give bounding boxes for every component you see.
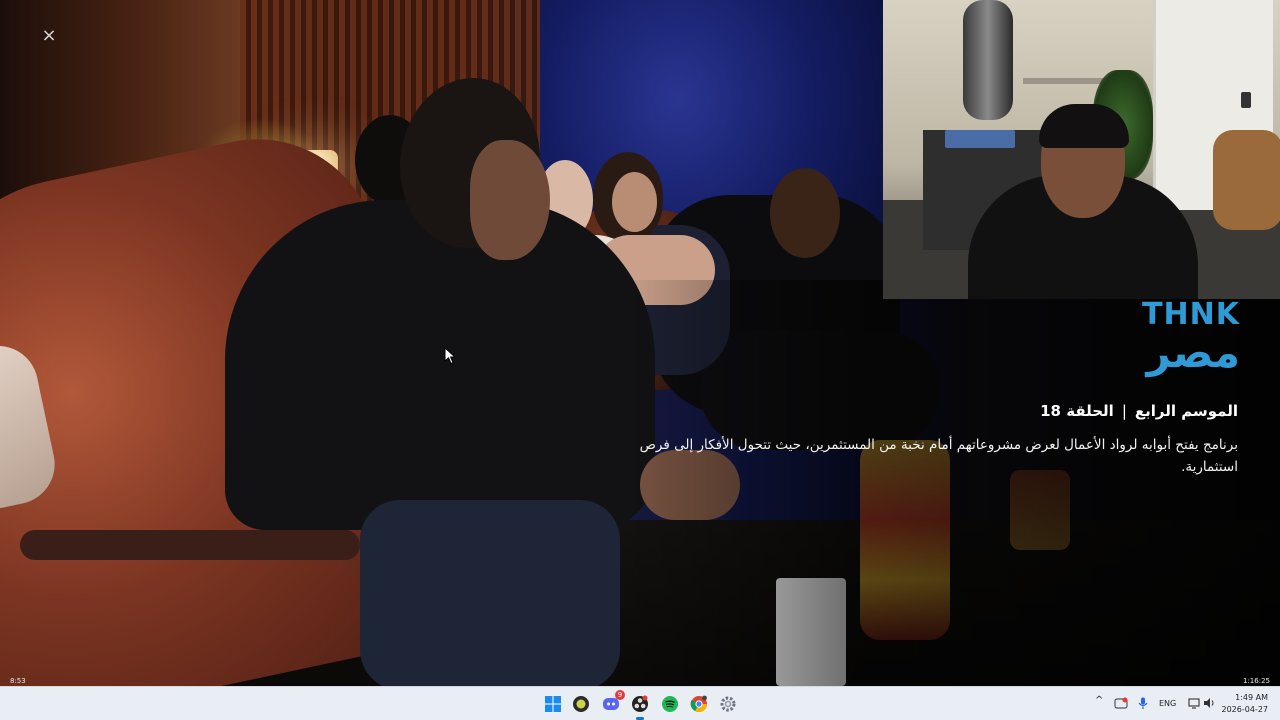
time-total: 1:16:25	[1243, 677, 1270, 685]
chrome-icon[interactable]	[689, 694, 709, 714]
time-current: 8:53	[10, 677, 26, 685]
app-round-green-icon[interactable]	[571, 694, 591, 714]
microphone-icon[interactable]	[1138, 697, 1148, 710]
webcam-overlay	[883, 0, 1280, 299]
episode-label: الحلقة 18	[1040, 402, 1114, 420]
season-label: الموسم الرابع	[1134, 402, 1238, 420]
mouse-cursor-icon	[444, 347, 457, 365]
video-chair-base	[20, 530, 360, 560]
show-logo: THNK مصر	[1128, 298, 1240, 382]
webcam-chair	[1213, 130, 1280, 230]
episode-separator: |	[1121, 402, 1127, 420]
webcam-door-handle	[1241, 92, 1251, 108]
discord-badge: 9	[615, 690, 625, 700]
player-progress-strip[interactable]	[0, 676, 1280, 686]
video-person-face	[612, 172, 657, 232]
network-icon[interactable]	[1188, 697, 1200, 709]
language-indicator[interactable]: ENG	[1159, 699, 1176, 708]
obs-icon[interactable]	[630, 694, 650, 720]
clock-date: 2026-04-27	[1221, 705, 1269, 714]
volume-icon[interactable]	[1203, 697, 1216, 709]
spotify-icon[interactable]	[660, 694, 680, 714]
episode-info: الموسم الرابع | الحلقة 18	[1040, 402, 1238, 420]
show-logo-top: THNK	[1142, 297, 1240, 332]
video-person-foreground	[225, 200, 655, 530]
tray-app-icon[interactable]	[1114, 697, 1128, 709]
video-person-face	[470, 140, 550, 260]
video-person-head	[770, 168, 840, 258]
webcam-device	[945, 130, 1015, 148]
clock-time: 1:49 AM	[1235, 693, 1268, 702]
tray-overflow-chevron-icon[interactable]: ^	[1095, 695, 1103, 706]
show-description: برنامج يفتح أبوابه لرواد الأعمال لعرض مش…	[639, 437, 1238, 475]
taskbar: 9 ^ ENG 1:49 AM 2026-04-27	[0, 686, 1280, 720]
discord-icon[interactable]: 9	[601, 690, 625, 714]
tray-clock[interactable]: 1:49 AM 2026-04-27	[1222, 692, 1269, 716]
webcam-mannequin	[963, 0, 1013, 120]
close-icon[interactable]: ×	[38, 25, 60, 47]
show-logo-bottom: مصر	[1146, 328, 1240, 377]
windows-start-icon[interactable]	[543, 694, 563, 714]
video-person-legs	[360, 500, 620, 686]
screen: × THNK مصر الموسم الرابع | الحلقة 18 برنام…	[0, 0, 1280, 720]
settings-gear-icon[interactable]	[718, 694, 738, 714]
